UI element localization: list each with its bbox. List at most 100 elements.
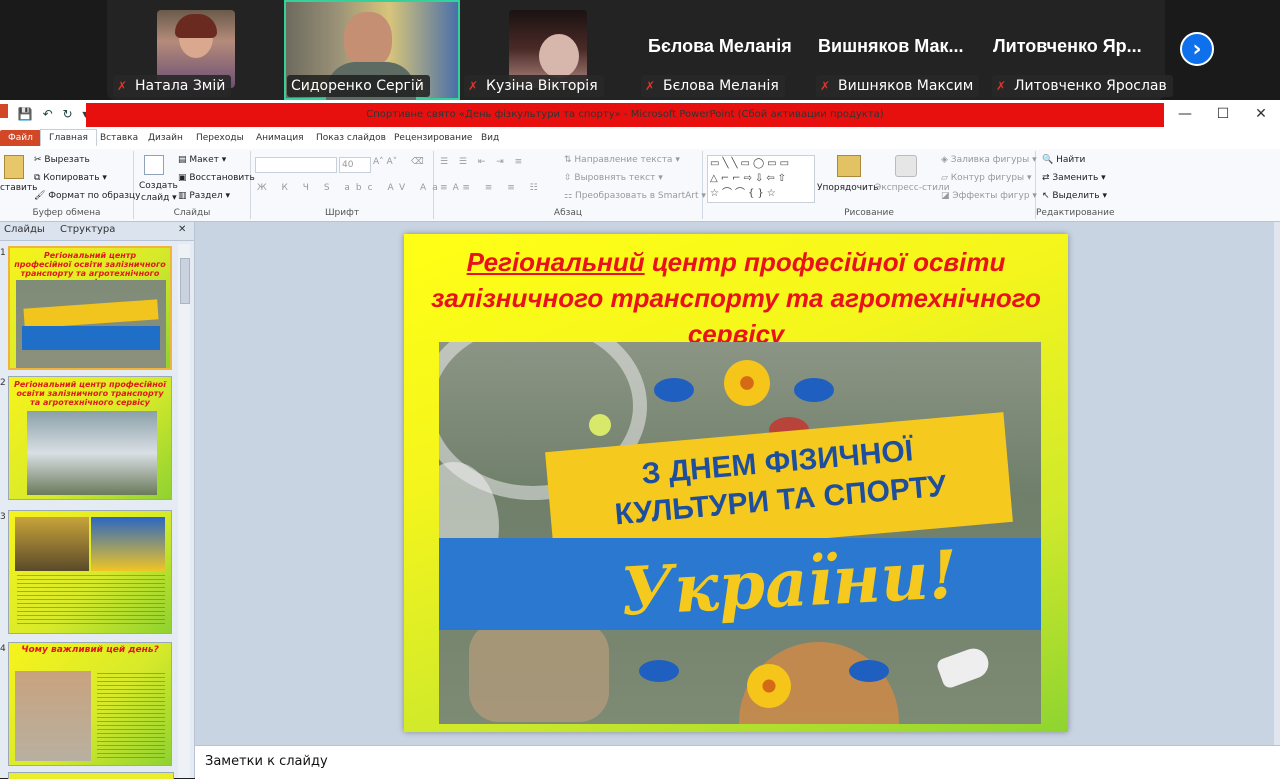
slide-number: 1 <box>0 248 6 258</box>
paste-icon[interactable] <box>4 155 24 179</box>
app-icon[interactable] <box>0 104 8 118</box>
thumbnail-image <box>15 517 89 571</box>
tab-slideshow[interactable]: Показ слайдов <box>308 130 394 146</box>
new-slide-label: слайд <box>141 193 170 203</box>
arrange-icon[interactable] <box>837 155 861 177</box>
group-drawing: ▭╲╲▭◯▭▭ △⌐⌐⇨⇩⇦⇧ ☆⌒⌒{}☆ Упорядочить Экспрес… <box>703 151 1037 219</box>
tab-review[interactable]: Рецензирование <box>386 130 480 146</box>
reset-label: Восстановить <box>189 173 255 183</box>
powerpoint-window: 💾 ↶ ↻ ▾ Спортивне свято «День фізкультур… <box>0 100 1280 779</box>
slide-thumbnail-1[interactable]: Регіональний центр професійної освіти за… <box>8 246 172 370</box>
tab-home[interactable]: Главная <box>40 129 97 146</box>
participant-name-bar: Сидоренко Сергій <box>287 75 430 97</box>
format-painter-button[interactable]: 🖌 Формат по образцу <box>34 191 140 201</box>
scrollbar-thumb[interactable] <box>180 258 190 304</box>
tab-animation[interactable]: Анимация <box>248 130 312 146</box>
participant-name-bar: ✗ Бєлова Меланія <box>641 75 785 97</box>
current-slide[interactable]: Регіональний центр професійної освіти за… <box>404 234 1068 732</box>
slide-title[interactable]: Регіональний центр професійної освіти за… <box>424 244 1048 352</box>
chevron-right-icon[interactable]: › <box>1180 32 1214 66</box>
smartart-button[interactable]: ⚏ Преобразовать в SmartArt ▾ <box>564 191 706 201</box>
text-direction-button[interactable]: ⇅ Направление текста ▾ <box>564 155 680 165</box>
slide-thumbnail-3[interactable] <box>8 510 172 634</box>
thumbnail-image <box>15 671 91 761</box>
paste-button[interactable]: ставить <box>0 183 37 193</box>
slides-panel-scrollbar[interactable] <box>178 244 190 778</box>
tab-design[interactable]: Дизайн <box>140 130 191 146</box>
redo-icon[interactable]: ↻ <box>63 107 73 121</box>
participant-tile-2[interactable]: Сидоренко Сергій <box>284 0 460 102</box>
maximize-icon[interactable]: ☐ <box>1204 100 1242 128</box>
replace-label: Заменить <box>1052 173 1099 183</box>
font-grow-icon[interactable]: A˄ A˅ <box>373 157 397 167</box>
align-text-button[interactable]: ⇳ Выровнять текст ▾ <box>564 173 663 183</box>
list-icons[interactable]: ☰ ☰ ⇤ ⇥ ≡ <box>440 157 526 167</box>
tab-outline[interactable]: Структура <box>60 224 115 235</box>
copy-button[interactable]: ⧉ Копировать ▾ <box>34 173 107 183</box>
tab-view[interactable]: Вид <box>473 130 507 146</box>
layout-button[interactable]: ▤ Макет ▾ <box>178 155 226 165</box>
window-title: Спортивне свято «День фізкультури та спо… <box>86 103 1164 127</box>
floral-ornament-top <box>644 360 854 420</box>
avatar <box>344 12 392 68</box>
find-button[interactable]: 🔍 Найти <box>1042 155 1085 165</box>
tab-insert[interactable]: Вставка <box>92 130 146 146</box>
shape-effects-button[interactable]: ◪ Эффекты фигур ▾ <box>941 191 1037 201</box>
select-button[interactable]: ↖ Выделить ▾ <box>1042 191 1107 201</box>
window-controls: — ☐ ✕ <box>1166 100 1280 128</box>
clear-format-icon[interactable]: ⌫ <box>411 157 424 167</box>
slide-picture[interactable]: З ДНЕМ ФІЗИЧНОЇ КУЛЬТУРИ ТА СПОРТУ Украї… <box>439 342 1041 724</box>
slide-number: 2 <box>0 378 6 388</box>
notes-placeholder: Заметки к слайду <box>205 754 328 769</box>
slides-panel: Слайды Структура ✕ 1 Регіональний центр … <box>0 222 195 779</box>
text-direction-icon: ⇅ <box>564 155 575 165</box>
group-label: Абзац <box>553 208 583 218</box>
slide-thumbnail-2[interactable]: Регіональний центр професійної освіти за… <box>8 376 172 500</box>
save-icon[interactable]: 💾 <box>18 107 33 121</box>
replace-button[interactable]: ⇄ Заменить ▾ <box>1042 173 1106 183</box>
tab-transitions[interactable]: Переходы <box>188 130 252 146</box>
tennis-ball-shape <box>589 414 611 436</box>
thumbnail-banner <box>23 299 159 329</box>
undo-icon[interactable]: ↶ <box>43 107 53 121</box>
participant-name-bar: ✗ Литовченко Ярослав <box>992 75 1173 97</box>
new-slide-button-line2[interactable]: слайд ▾ <box>141 193 177 203</box>
shape-outline-button[interactable]: ▱ Контур фигуры ▾ <box>941 173 1032 183</box>
tab-slides[interactable]: Слайды <box>4 224 45 235</box>
scissors-icon: ✂ <box>34 155 45 165</box>
effects-icon: ◪ <box>941 191 953 201</box>
group-label: Слайды <box>173 208 211 218</box>
slide-area-scrollbar[interactable] <box>1274 222 1280 745</box>
group-label: Рисование <box>844 208 894 218</box>
shape-fill-button[interactable]: ◈ Заливка фигуры ▾ <box>941 155 1037 165</box>
align-icons[interactable]: ≡ ≡ ≡ ≡ ☷ <box>440 183 544 193</box>
thumbnail-text-lines <box>17 575 165 627</box>
cut-button[interactable]: ✂ Вырезать <box>34 155 90 165</box>
ribbon-tabs: Файл Главная Вставка Дизайн Переходы Ани… <box>0 128 1280 150</box>
close-icon[interactable]: ✕ <box>178 224 186 235</box>
brush-icon: 🖌 <box>34 191 49 201</box>
section-button[interactable]: ▥ Раздел ▾ <box>178 191 230 201</box>
font-name-input[interactable] <box>255 157 337 173</box>
minimize-icon[interactable]: — <box>1166 100 1204 128</box>
slides-panel-tabs: Слайды Структура ✕ <box>0 222 194 241</box>
quick-styles-button[interactable]: Экспресс-стили <box>875 183 950 193</box>
align-text-label: Выровнять текст <box>574 173 656 183</box>
notes-pane[interactable]: Заметки к слайду <box>195 745 1280 779</box>
shapes-gallery[interactable]: ▭╲╲▭◯▭▭ △⌐⌐⇨⇩⇦⇧ ☆⌒⌒{}☆ <box>707 155 815 203</box>
shape-fill-label: Заливка фигуры <box>950 155 1030 165</box>
avatar <box>175 14 217 38</box>
slide-editing-area: Регіональний центр професійної освіти за… <box>195 222 1280 745</box>
close-icon[interactable]: ✕ <box>1242 100 1280 128</box>
font-size-input[interactable]: 40 <box>339 157 371 173</box>
quick-styles-icon[interactable] <box>895 155 917 177</box>
reset-button[interactable]: ▣ Восстановить <box>178 173 255 183</box>
shape-effects-label: Эффекты фигур <box>952 191 1030 201</box>
cursor-icon: ↖ <box>1042 191 1053 201</box>
slide-thumbnail-4[interactable]: Чому важливий цей день? <box>8 642 172 766</box>
tab-file[interactable]: Файл <box>0 130 41 146</box>
fill-icon: ◈ <box>941 155 951 165</box>
new-slide-button[interactable]: Создать <box>139 181 178 191</box>
arrange-button[interactable]: Упорядочить <box>817 183 878 193</box>
new-slide-icon[interactable] <box>144 155 164 175</box>
